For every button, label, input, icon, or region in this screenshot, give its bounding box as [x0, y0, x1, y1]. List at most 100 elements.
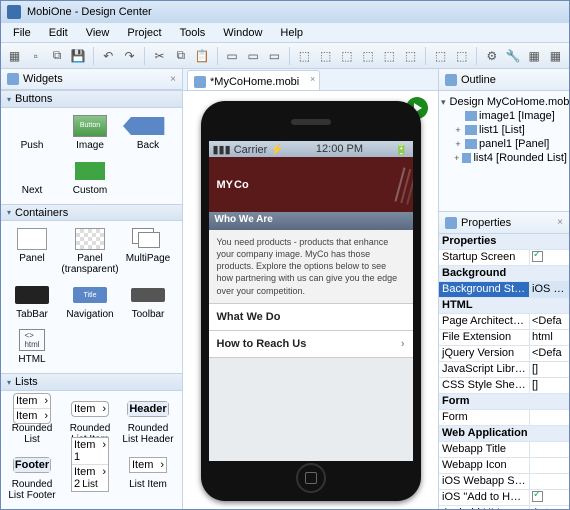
menu-view[interactable]: View [78, 25, 118, 41]
widget-custom[interactable]: Custom [61, 157, 119, 200]
toolbar-button[interactable]: ↷ [120, 46, 139, 66]
file-icon [194, 76, 206, 88]
widget-rounded-list-header[interactable]: HeaderRounded List Header [119, 395, 177, 449]
phone-speaker [291, 119, 331, 125]
tree-row[interactable]: +panel1 [Panel] [441, 137, 567, 151]
section-lists[interactable]: ▾Lists [1, 373, 182, 391]
list-row[interactable]: How to Reach Us› [209, 330, 413, 358]
outline-tree: ▾Design MyCoHome.mobiimage1 [Image]+list… [439, 91, 569, 211]
toolbar-button[interactable]: ⬚ [431, 46, 450, 66]
widget-panel-transparent[interactable]: Panel (transparent) [61, 225, 119, 279]
toolbar-button[interactable]: ▭ [244, 46, 263, 66]
toolbar-button[interactable]: ⬚ [380, 46, 399, 66]
toolbar-button[interactable]: ⬚ [337, 46, 356, 66]
tree-row[interactable]: +list4 [Rounded List] [441, 151, 567, 165]
widget-list-item[interactable]: Item›List Item [119, 451, 177, 505]
menu-help[interactable]: Help [272, 25, 311, 41]
widget-back[interactable]: Back [119, 112, 177, 155]
widgets-tab-label: Widgets [23, 73, 63, 85]
widget-html[interactable]: <>htmlHTML [3, 326, 61, 369]
property-row[interactable]: Background StyleiOS Da [439, 282, 569, 298]
toolbar-button[interactable]: 📋 [192, 46, 211, 66]
widget-push[interactable]: Push [3, 112, 61, 155]
palette-containers: Panel Panel (transparent) MultiPage TabB… [1, 221, 182, 373]
toolbar-button[interactable]: ⚙ [482, 46, 501, 66]
canvas[interactable]: ↖ ▮▮▮ Carrier ⚡ 12:00 PM 🔋 MYCo Who We A… [183, 91, 438, 509]
menu-tools[interactable]: Tools [172, 25, 214, 41]
property-group: Background [439, 266, 569, 282]
toolbar-button[interactable]: ▫ [26, 46, 45, 66]
toolbar-button[interactable]: ⬚ [401, 46, 420, 66]
widget-panel[interactable]: Panel [3, 225, 61, 279]
outline-tab[interactable]: Outline [439, 69, 569, 91]
toolbar-button[interactable]: ⬚ [316, 46, 335, 66]
toolbar-button[interactable]: ▦ [5, 46, 24, 66]
toolbar-button[interactable]: ↶ [99, 46, 118, 66]
widget-image[interactable]: ButtonImage [61, 112, 119, 155]
property-row[interactable]: Form [439, 410, 569, 426]
toolbar-button[interactable]: ⬚ [452, 46, 471, 66]
property-group: HTML [439, 298, 569, 314]
window-title: MobiOne - Design Center [27, 6, 152, 18]
file-tab-label: *MyCoHome.mobi [210, 76, 299, 88]
menu-edit[interactable]: Edit [41, 25, 76, 41]
widget-rounded-list-footer[interactable]: FooterRounded List Footer [3, 451, 61, 505]
tree-row[interactable]: ▾Design MyCoHome.mobi [441, 95, 567, 109]
close-icon[interactable]: × [557, 217, 563, 228]
property-group: Properties [439, 234, 569, 250]
toolbar-button[interactable]: ▭ [265, 46, 284, 66]
menu-project[interactable]: Project [119, 25, 169, 41]
property-row[interactable]: CSS Style Sheets[] [439, 378, 569, 394]
property-row[interactable]: iOS "Add to Home Scre [439, 490, 569, 506]
tree-row[interactable]: +list1 [List] [441, 123, 567, 137]
property-row[interactable]: File Extensionhtml [439, 330, 569, 346]
widget-list[interactable]: Item 1›Item 2›List [61, 451, 119, 505]
file-tab[interactable]: *MyCoHome.mobi × [187, 70, 320, 90]
toolbar-button[interactable]: ⧉ [47, 46, 66, 66]
property-row[interactable]: jQuery Version<Defa [439, 346, 569, 362]
toolbar-button[interactable]: ⬚ [295, 46, 314, 66]
toolbar-button[interactable]: 💾 [69, 46, 88, 66]
outline-title: Outline [461, 74, 496, 86]
property-row[interactable]: JavaScript Libraries[] [439, 362, 569, 378]
widget-toolbar[interactable]: Toolbar [119, 281, 177, 324]
section-buttons[interactable]: ▾Buttons [1, 90, 182, 108]
app-icon [7, 5, 21, 19]
toolbar-button[interactable]: ⬚ [358, 46, 377, 66]
toolbar-button[interactable]: 🔧 [503, 46, 522, 66]
properties-panel: Properties × PropertiesStartup ScreenBac… [439, 211, 569, 509]
list-row[interactable]: What We Do [209, 303, 413, 330]
tree-row[interactable]: image1 [Image] [441, 109, 567, 123]
phone-screen[interactable]: ▮▮▮ Carrier ⚡ 12:00 PM 🔋 MYCo Who We Are… [209, 141, 413, 461]
palette-lists: Item›Item›Rounded List Item›Rounded List… [1, 391, 182, 509]
widget-next[interactable]: Next [3, 157, 61, 200]
menu-file[interactable]: File [5, 25, 39, 41]
toolbar-button[interactable]: ▭ [222, 46, 241, 66]
widget-multipage[interactable]: MultiPage [119, 225, 177, 279]
toolbar-button[interactable]: ✂ [150, 46, 169, 66]
menu-window[interactable]: Window [215, 25, 270, 41]
property-row[interactable]: Webapp Title [439, 442, 569, 458]
property-row[interactable]: Startup Screen [439, 250, 569, 266]
widgets-tab[interactable]: Widgets × [1, 69, 182, 90]
home-button[interactable] [296, 463, 326, 493]
properties-title: Properties [461, 217, 511, 229]
widget-navigation[interactable]: TitleNavigation [61, 281, 119, 324]
property-row[interactable]: iOS Webapp Startup Im [439, 474, 569, 490]
property-row[interactable]: Android UI Layout StratAuto-s [439, 506, 569, 509]
section-title: Who We Are [209, 212, 413, 230]
toolbar-button[interactable]: ▦ [525, 46, 544, 66]
section-containers[interactable]: ▾Containers [1, 204, 182, 222]
header-image[interactable]: MYCo [209, 157, 413, 212]
toolbar-button[interactable]: ▦ [546, 46, 565, 66]
toolbar-button[interactable]: ⧉ [171, 46, 190, 66]
widget-tabbar[interactable]: TabBar [3, 281, 61, 324]
property-row[interactable]: Webapp Icon [439, 458, 569, 474]
properties-icon [445, 217, 457, 229]
properties-tab[interactable]: Properties × [439, 212, 569, 234]
toolbar: ▦ ▫ ⧉ 💾 ↶ ↷ ✂ ⧉ 📋 ▭ ▭ ▭ ⬚ ⬚ ⬚ ⬚ ⬚ ⬚ ⬚ ⬚ … [1, 43, 569, 69]
widget-rounded-list[interactable]: Item›Item›Rounded List [3, 395, 61, 449]
close-icon[interactable]: × [170, 74, 176, 85]
close-icon[interactable]: × [310, 74, 315, 84]
property-row[interactable]: Page Architecture<Defa [439, 314, 569, 330]
